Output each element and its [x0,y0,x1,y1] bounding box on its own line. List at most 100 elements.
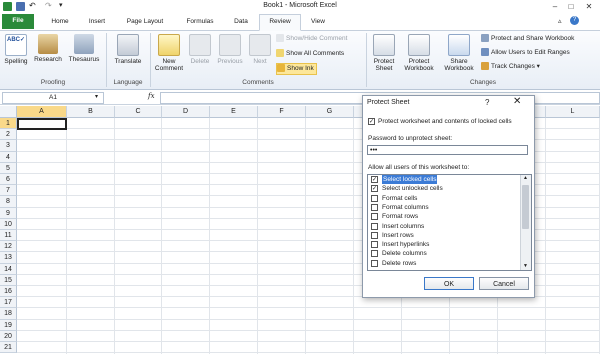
share-workbook-button[interactable]: Share Workbook [440,34,478,72]
permission-checkbox[interactable] [371,203,378,211]
row-header[interactable]: 1 [0,118,17,130]
tab-file[interactable]: File [2,14,34,29]
row-header[interactable]: 20 [0,330,17,342]
row-header[interactable]: 21 [0,342,17,354]
insert-function-icon[interactable]: fx [148,92,155,100]
column-header[interactable]: G [306,106,354,118]
permission-item[interactable]: ✓ Select locked cells [369,175,521,184]
protect-sheet-button[interactable]: Protect Sheet [369,34,399,72]
permission-item[interactable]: Insert rows [369,231,521,240]
permission-item[interactable]: Insert columns [369,222,521,231]
permission-label: Format rows [382,213,419,221]
permission-checkbox[interactable]: ✓ [371,176,378,183]
next-comment-button[interactable]: Next [248,34,272,65]
show-all-comments-button[interactable]: Show All Comments [276,49,344,59]
show-ink-icon [277,64,285,73]
row-header[interactable]: 19 [0,319,17,331]
permission-checkbox[interactable] [371,231,378,239]
column-header[interactable]: L [546,106,600,118]
row-header[interactable]: 14 [0,263,17,275]
tab-page-layout[interactable]: Page Layout [117,15,173,29]
tab-review[interactable]: Review [259,14,301,31]
password-field[interactable]: ••• [367,145,528,155]
previous-comment-button[interactable]: Previous [214,34,246,65]
column-header[interactable]: B [67,106,115,118]
close-window-icon[interactable]: ✕ [582,1,596,12]
help-icon[interactable]: ? [570,16,579,25]
permission-item[interactable]: Format cells [369,194,521,203]
permission-item[interactable]: Format rows [369,212,521,221]
permission-checkbox[interactable]: ✓ [371,185,378,193]
active-cell[interactable] [17,118,67,131]
permission-item[interactable]: Delete rows [369,259,521,268]
name-box[interactable]: A1 [2,92,104,104]
permission-checkbox[interactable] [371,259,378,267]
column-header[interactable]: D [162,106,210,118]
show-ink-button[interactable]: Show Ink [276,63,317,75]
permission-label: Delete rows [382,259,417,267]
thesaurus-button[interactable]: Thesaurus [65,34,103,63]
row-header[interactable]: 2 [0,129,17,141]
permission-item[interactable]: Insert hyperlinks [369,240,521,249]
row-header[interactable]: 6 [0,174,17,186]
permission-item[interactable]: Format columns [369,203,521,212]
permission-label: Select locked cells [382,175,438,184]
translate-button[interactable]: Translate [110,34,146,65]
permissions-scrollbar[interactable]: ▲ ▼ [520,175,531,270]
dialog-close-icon[interactable]: ✕ [513,97,521,107]
scroll-up-icon[interactable]: ▲ [523,175,528,181]
show-hide-comment-button[interactable]: Show/Hide Comment [276,34,347,44]
permission-checkbox[interactable] [371,241,378,249]
row-header[interactable]: 17 [0,297,17,309]
column-header[interactable]: F [258,106,306,118]
row-header[interactable]: 4 [0,151,17,163]
tab-home[interactable]: Home [42,15,78,29]
row-header[interactable]: 8 [0,196,17,208]
track-changes-button[interactable]: Track Changes ▾ [481,62,540,72]
scroll-thumb[interactable] [522,185,529,229]
tab-data[interactable]: Data [226,15,256,29]
row-header[interactable]: 3 [0,140,17,152]
tab-insert[interactable]: Insert [80,15,114,29]
ribbon-minimize-icon[interactable]: ▵ [558,17,562,25]
minimize-icon[interactable]: – [548,1,562,12]
tab-formulas[interactable]: Formulas [178,15,222,29]
column-header[interactable]: E [210,106,258,118]
row-header[interactable]: 11 [0,230,17,242]
permission-label: Insert columns [382,222,425,230]
permission-item[interactable]: Delete columns [369,249,521,258]
protect-workbook-button[interactable]: Protect Workbook [400,34,438,72]
select-all-corner[interactable] [0,106,17,118]
allow-users-button[interactable]: Allow Users to Edit Ranges [481,48,570,58]
permission-checkbox[interactable] [371,222,378,230]
new-comment-button[interactable]: New Comment [153,34,185,72]
delete-comment-button[interactable]: Delete [187,34,213,65]
row-header[interactable]: 16 [0,286,17,298]
spelling-button[interactable]: ABC✓ Spelling [1,34,31,65]
protect-and-share-button[interactable]: Protect and Share Workbook [481,34,574,44]
row-header[interactable]: 7 [0,185,17,197]
permission-checkbox[interactable] [371,194,378,202]
permission-checkbox[interactable] [371,250,378,258]
name-box-dropdown-icon[interactable]: ▾ [95,93,98,100]
row-header[interactable]: 15 [0,274,17,286]
scroll-down-icon[interactable]: ▼ [523,263,528,269]
row-header[interactable]: 5 [0,162,17,174]
row-header[interactable]: 10 [0,218,17,230]
dialog-help-icon[interactable]: ? [485,98,489,107]
row-header[interactable]: 13 [0,252,17,264]
tab-view[interactable]: View [303,15,333,29]
research-button[interactable]: Research [32,34,64,63]
permission-item[interactable]: ✓ Select unlocked cells [369,184,521,193]
row-header[interactable]: 12 [0,241,17,253]
column-header[interactable]: C [115,106,162,118]
permissions-list[interactable]: ✓ Select locked cells ✓ Select unlocked cel… [367,174,532,271]
row-header[interactable]: 9 [0,207,17,219]
column-header[interactable]: A [17,106,67,118]
cancel-button[interactable]: Cancel [479,277,529,290]
permission-checkbox[interactable] [371,213,378,221]
ok-button[interactable]: OK [424,277,474,290]
row-header[interactable]: 18 [0,308,17,320]
protect-contents-checkbox[interactable]: ✓ [368,118,375,125]
maximize-icon[interactable]: □ [564,1,578,12]
